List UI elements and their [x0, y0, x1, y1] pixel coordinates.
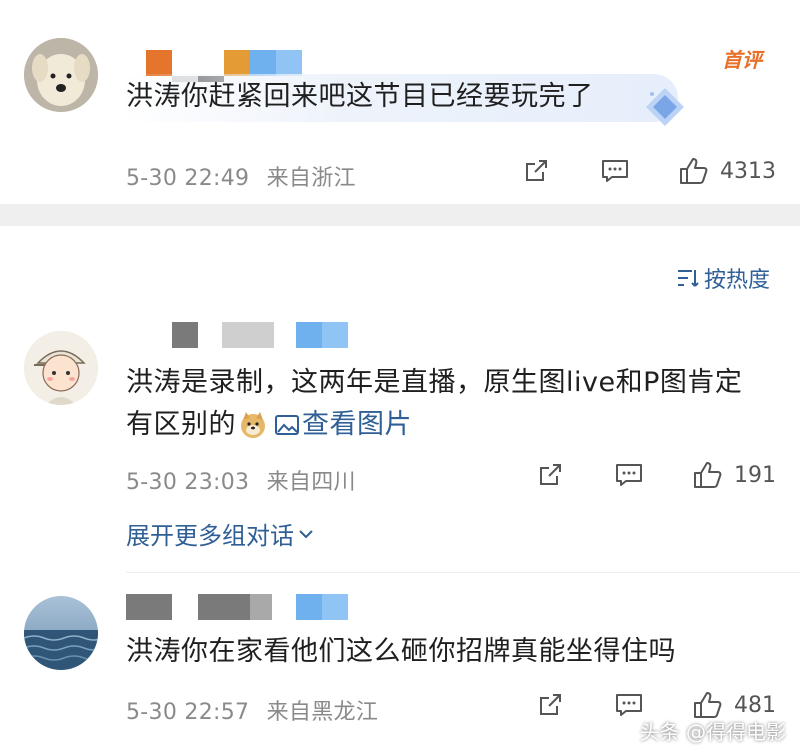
like-count: 481: [734, 692, 776, 718]
comment-icon: [616, 694, 642, 716]
share-button[interactable]: [536, 691, 564, 719]
comment-meta: 5-30 23:03 来自四川: [126, 464, 356, 496]
section-divider: [0, 204, 800, 226]
like-count: 4313: [720, 158, 776, 184]
watermark-text: 头条 @得得电影: [639, 720, 786, 744]
comment-time: 5-30 22:57: [126, 700, 250, 725]
like-count: 191: [734, 462, 776, 488]
comment-text: 洪涛你赶紧回来吧这节目已经要玩完了: [126, 81, 594, 112]
thumbs-up-icon: [694, 462, 722, 488]
sea-avatar-icon: [24, 596, 98, 670]
share-icon: [540, 464, 561, 485]
expand-label: 展开更多组对话: [126, 522, 294, 550]
view-image-label: 查看图片: [302, 409, 412, 440]
first-comment-badge: 首评: [722, 48, 762, 72]
comment-text: 洪涛你在家看他们这么砸你招牌真能坐得住吗: [126, 636, 676, 667]
share-icon: [526, 160, 547, 181]
watermark: 头条 @得得电影: [640, 716, 786, 745]
share-button[interactable]: [536, 461, 564, 489]
avatar[interactable]: [24, 331, 98, 405]
reply-button[interactable]: [614, 461, 644, 489]
reply-button[interactable]: [614, 691, 644, 719]
like-button[interactable]: 191: [692, 460, 776, 490]
comment-meta: 5-30 22:57 来自黑龙江: [126, 694, 378, 726]
comment-actions: 191: [536, 460, 776, 490]
like-button[interactable]: 4313: [678, 156, 776, 186]
plush-dog-avatar-icon: [24, 38, 98, 112]
comment-separator: [126, 572, 800, 573]
share-icon: [540, 694, 561, 715]
expand-more-conversations-link[interactable]: 展开更多组对话: [126, 516, 316, 551]
comment-location: 来自四川: [266, 470, 356, 495]
comment-time: 5-30 22:49: [126, 166, 250, 191]
comment-text-tail: 有区别的: [126, 409, 236, 440]
image-icon: [275, 415, 299, 435]
comment-meta: 5-30 22:49 来自浙江: [126, 160, 356, 192]
sort-icon: [677, 270, 699, 287]
comment-actions: 4313: [522, 156, 776, 186]
sort-by-hot-button[interactable]: 按热度: [676, 262, 770, 294]
reply-button[interactable]: [600, 157, 630, 185]
cartoon-boy-avatar-icon: [24, 331, 98, 405]
view-image-link[interactable]: 查看图片: [274, 404, 412, 446]
comment-text-line-1: 洪涛是录制，这两年是直播，原生图live和P图肯定: [126, 367, 743, 398]
comment-text-line-2: 有区别的 查看图片: [126, 404, 412, 446]
sort-label: 按热度: [703, 268, 770, 293]
comment-icon: [602, 160, 628, 182]
avatar[interactable]: [24, 596, 98, 670]
diamond-icon: [646, 88, 684, 126]
chevron-down-icon: [299, 529, 313, 538]
comment-location: 来自黑龙江: [266, 700, 379, 725]
avatar[interactable]: [24, 38, 98, 112]
comment-location: 来自浙江: [266, 166, 356, 191]
thumbs-up-icon: [680, 158, 708, 184]
comment-time: 5-30 23:03: [126, 470, 250, 495]
share-button[interactable]: [522, 157, 550, 185]
doge-emoji-icon: [241, 412, 265, 438]
comment-icon: [616, 464, 642, 486]
